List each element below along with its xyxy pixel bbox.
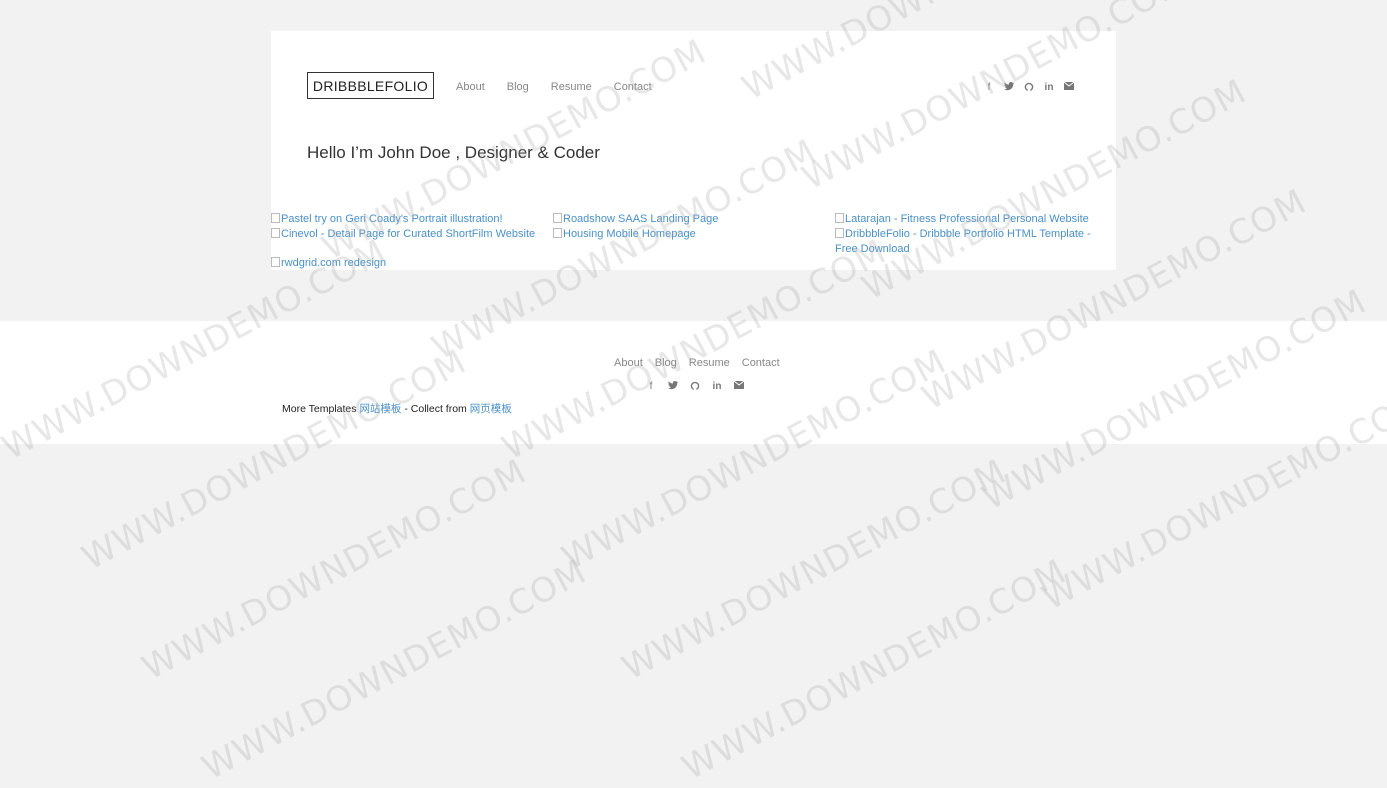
watermark: WWW.DOWNDEMO.COM [615, 451, 1014, 689]
portfolio-item[interactable]: rwdgrid.com redesign [271, 256, 541, 271]
footer-nav-resume[interactable]: Resume [689, 357, 730, 369]
footer-nav-blog[interactable]: Blog [655, 357, 677, 369]
broken-image-icon [835, 228, 844, 238]
watermark: WWW.DOWNDEMO.COM [135, 451, 534, 689]
footer-social-links: f in [645, 380, 745, 394]
footer-nav: About Blog Resume Contact [614, 357, 792, 369]
nav-contact[interactable]: Contact [614, 81, 652, 93]
broken-image-icon [271, 228, 280, 238]
main-nav: About Blog Resume Contact [456, 81, 674, 93]
nav-resume[interactable]: Resume [551, 81, 592, 93]
linkedin-icon[interactable]: in [711, 381, 723, 394]
broken-image-icon [271, 257, 280, 267]
credit-prefix: More Templates [282, 403, 357, 415]
credit-link-2[interactable]: 网页模板 [470, 403, 512, 415]
twitter-icon[interactable] [1004, 82, 1015, 96]
github-icon[interactable] [1024, 82, 1034, 96]
footer: About Blog Resume Contact f in More Temp… [0, 321, 1387, 444]
portfolio-item[interactable]: Housing Mobile Homepage [553, 227, 823, 242]
footer-nav-contact[interactable]: Contact [742, 357, 780, 369]
credit-link-1[interactable]: 网站模板 [359, 403, 401, 415]
github-icon[interactable] [689, 381, 701, 394]
broken-image-icon [835, 213, 844, 223]
broken-image-icon [553, 213, 562, 223]
twitter-icon[interactable] [667, 381, 679, 394]
portfolio-item[interactable]: Cinevol - Detail Page for Curated ShortF… [271, 227, 541, 242]
social-links: f in [984, 81, 1075, 96]
email-icon[interactable] [1063, 81, 1075, 96]
broken-image-icon [271, 213, 280, 223]
watermark: WWW.DOWNDEMO.COM [675, 551, 1074, 788]
hero-heading: Hello I’m John Doe , Designer & Coder [307, 143, 600, 162]
broken-image-icon [553, 228, 562, 238]
watermark: WWW.DOWNDEMO.COM [195, 551, 594, 788]
portfolio-item[interactable]: Roadshow SAAS Landing Page [553, 212, 823, 227]
footer-credit: More Templates 网站模板 - Collect from 网页模板 [282, 401, 512, 416]
header-card: DRIBBBLEFOLIO About Blog Resume Contact … [271, 31, 1116, 270]
facebook-icon[interactable]: f [984, 82, 994, 96]
credit-middle: - Collect from [404, 403, 467, 415]
footer-nav-about[interactable]: About [614, 357, 643, 369]
email-icon[interactable] [733, 380, 745, 394]
linkedin-icon[interactable]: in [1044, 82, 1054, 96]
brand-logo[interactable]: DRIBBBLEFOLIO [307, 72, 434, 99]
portfolio-item[interactable]: DribbbleFolio - Dribbble Portfolio HTML … [835, 227, 1105, 256]
portfolio-item[interactable]: Latarajan - Fitness Professional Persona… [835, 212, 1105, 227]
nav-blog[interactable]: Blog [507, 81, 529, 93]
facebook-icon[interactable]: f [645, 381, 657, 394]
nav-about[interactable]: About [456, 81, 485, 93]
portfolio-item[interactable]: Pastel try on Geri Coady's Portrait illu… [271, 212, 541, 227]
